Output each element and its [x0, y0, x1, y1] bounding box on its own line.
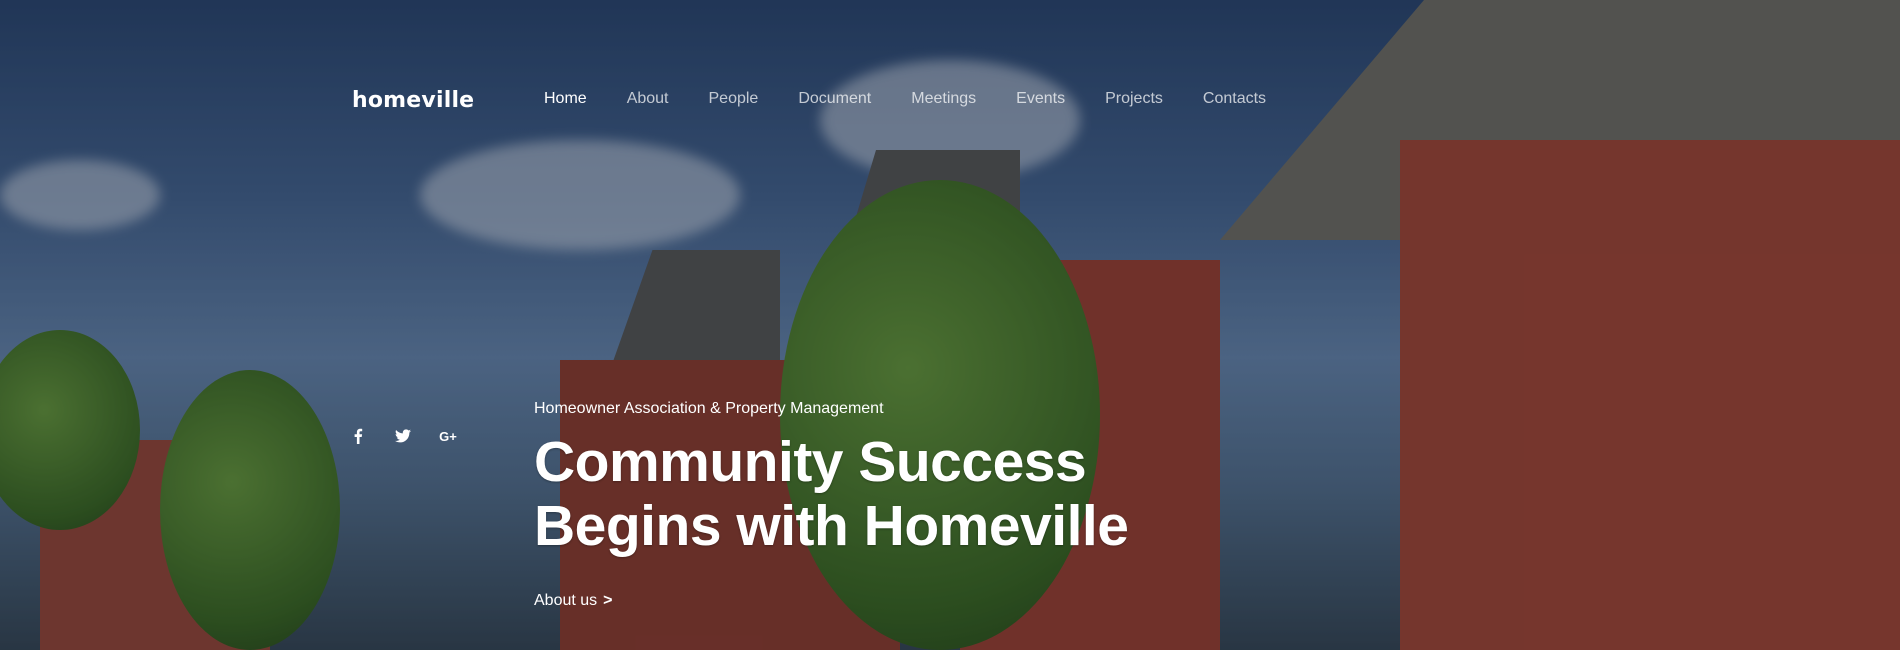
hero-content: Homeowner Association & Property Managem…	[534, 400, 1129, 610]
hero-subtitle: Homeowner Association & Property Managem…	[534, 400, 884, 417]
hero-headline: Community Success Begins with Homeville	[534, 430, 1129, 558]
nav-item-meetings[interactable]: Meetings	[911, 90, 976, 108]
nav-item-contacts[interactable]: Contacts	[1203, 90, 1266, 108]
about-us-label: About us	[534, 592, 598, 609]
chevron-right-icon: >	[603, 592, 613, 609]
about-us-link[interactable]: About us >	[534, 592, 613, 610]
google-plus-icon[interactable]: G+	[439, 427, 457, 445]
main-navigation: Home About People Document Meetings Even…	[544, 90, 1306, 108]
nav-item-home[interactable]: Home	[544, 90, 587, 108]
nav-item-events[interactable]: Events	[1016, 90, 1065, 108]
hero-headline-line-2: Begins with Homeville	[534, 494, 1129, 558]
site-logo[interactable]: homeville	[352, 88, 474, 113]
twitter-icon[interactable]	[394, 427, 412, 445]
nav-item-document[interactable]: Document	[798, 90, 871, 108]
facebook-icon	[354, 428, 363, 444]
hero-headline-line-1: Community Success	[534, 430, 1087, 494]
nav-item-projects[interactable]: Projects	[1105, 90, 1163, 108]
nav-item-about[interactable]: About	[627, 90, 669, 108]
twitter-icon	[395, 429, 411, 443]
social-links: G+	[349, 427, 457, 445]
nav-item-people[interactable]: People	[709, 90, 759, 108]
facebook-icon[interactable]	[349, 427, 367, 445]
